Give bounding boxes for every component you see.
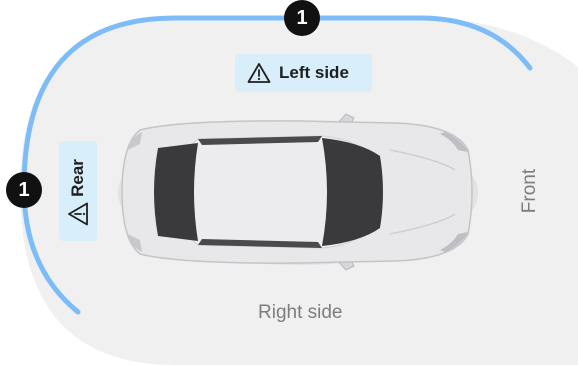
right-side-label[interactable]: Right side	[258, 302, 343, 324]
left-side-label: Left side	[279, 63, 349, 82]
warning-triangle-icon	[67, 202, 89, 226]
rear-label: Rear	[68, 159, 87, 197]
car-top-view	[118, 113, 478, 271]
vehicle-zone-panel: Left side Rear 1 1 Right side Front	[0, 0, 578, 365]
rear-warning-chip[interactable]: Rear	[59, 141, 97, 241]
left-side-warning-chip[interactable]: Left side	[235, 54, 372, 92]
rear-count-badge[interactable]: 1	[6, 172, 42, 208]
warning-triangle-icon	[247, 62, 271, 84]
front-label[interactable]: Front	[519, 163, 541, 219]
left-side-count-badge[interactable]: 1	[284, 0, 320, 36]
